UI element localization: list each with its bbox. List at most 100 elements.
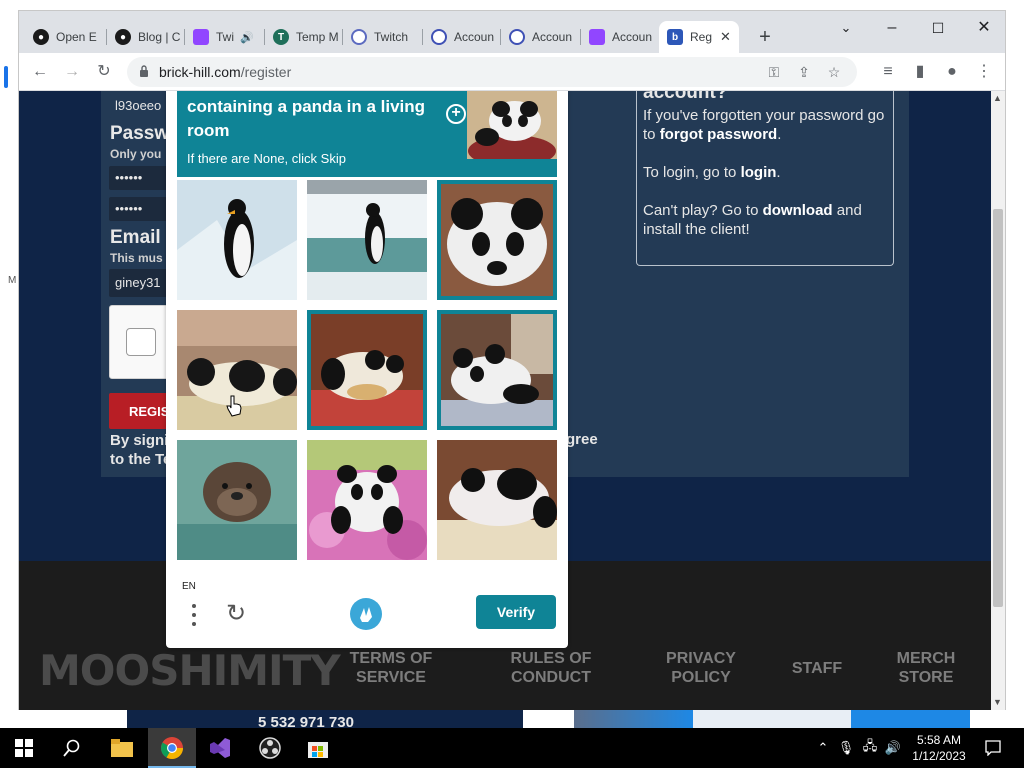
- captcha-tile-6[interactable]: [177, 440, 297, 560]
- reload-button[interactable]: ↻: [91, 59, 117, 85]
- new-tab-button[interactable]: +: [751, 23, 779, 51]
- refresh-challenge-icon[interactable]: ↻: [226, 599, 246, 628]
- taskbar-obs[interactable]: [246, 728, 294, 768]
- microphone-icon[interactable]: 🎙: [836, 728, 856, 768]
- close-window-button[interactable]: ✕: [969, 15, 999, 41]
- scrollbar-thumb[interactable]: [993, 209, 1003, 607]
- desktop-left-edge: M: [0, 0, 18, 728]
- tab-8-active[interactable]: b Reg ✕: [659, 21, 739, 53]
- captcha-tile-2-selected[interactable]: [437, 180, 557, 300]
- tab-search-icon[interactable]: ⌄: [831, 15, 861, 41]
- login-text: To login, go to: [643, 164, 741, 181]
- store-icon: [308, 742, 328, 758]
- notifications-icon[interactable]: [978, 728, 1008, 768]
- expand-example-icon[interactable]: +: [446, 104, 466, 124]
- tab-label: Temp M: [296, 30, 339, 44]
- visual-studio-icon: [210, 738, 230, 758]
- penguin-image: [177, 180, 297, 300]
- language-selector[interactable]: EN: [182, 581, 196, 592]
- taskbar-visual-studio[interactable]: [196, 728, 244, 768]
- browser-window: ● Open E ● Blog | C Twi 🔊 T Temp M Twitc…: [18, 10, 1006, 711]
- help-heading: account?: [643, 91, 728, 103]
- tab-5[interactable]: Accoun: [423, 21, 501, 53]
- verify-button[interactable]: Verify: [476, 595, 556, 629]
- tab-3[interactable]: T Temp M: [265, 21, 343, 53]
- page-viewport: l93oeeo Passw Only you •••••• •••••• Ema…: [19, 91, 991, 711]
- speaker-icon[interactable]: 🔊: [240, 31, 254, 44]
- captcha-tile-1[interactable]: [307, 180, 427, 300]
- login-link[interactable]: login: [741, 164, 777, 181]
- tab-2[interactable]: Twi 🔊: [185, 21, 265, 53]
- tab-6[interactable]: Accoun: [501, 21, 581, 53]
- captcha-checkbox[interactable]: [126, 328, 156, 356]
- tab-7[interactable]: Accoun: [581, 21, 659, 53]
- back-button[interactable]: ←: [27, 59, 53, 85]
- url-path: /register: [240, 64, 292, 80]
- otter-image: [177, 440, 297, 560]
- register-button[interactable]: REGIS: [109, 393, 169, 429]
- captcha-widget: [109, 305, 169, 379]
- profile-avatar-icon[interactable]: ●: [939, 59, 965, 85]
- tab-label: Twi: [216, 30, 234, 44]
- tab-1[interactable]: ● Blog | C: [107, 21, 185, 53]
- download-link[interactable]: download: [763, 202, 833, 219]
- network-icon[interactable]: 🖧: [858, 728, 882, 768]
- side-panel-icon[interactable]: ▮: [907, 59, 933, 85]
- tab-4[interactable]: Twitch: [343, 21, 423, 53]
- footer-link-privacy[interactable]: PRIVACY POLICY: [651, 649, 751, 687]
- vertical-scrollbar[interactable]: ▲ ▼: [991, 91, 1005, 711]
- scroll-up-arrow[interactable]: ▲: [993, 93, 1002, 103]
- bookmark-star-icon[interactable]: ☆: [823, 61, 845, 83]
- download-paragraph: Can't play? Go to download and install t…: [643, 201, 887, 239]
- search-button[interactable]: [48, 728, 96, 768]
- tab-label: Reg: [690, 30, 713, 44]
- taskbar-file-explorer[interactable]: [98, 728, 146, 768]
- tab-label: Accoun: [532, 30, 573, 44]
- hand-cursor-icon: [226, 395, 242, 417]
- brick-hill-icon: b: [667, 29, 683, 45]
- tab-label: Twitch: [374, 30, 409, 44]
- captcha-tile-0[interactable]: [177, 180, 297, 300]
- captcha-tile-8[interactable]: [437, 440, 557, 560]
- key-icon[interactable]: ⚿: [763, 61, 785, 83]
- tab-label: Blog | C: [138, 30, 181, 44]
- minimize-button[interactable]: –: [877, 15, 907, 41]
- background-window-panel-2: [574, 710, 970, 728]
- background-window-panel: 5 532 971 730: [127, 710, 523, 728]
- tray-expand-icon[interactable]: ⌃: [812, 728, 834, 768]
- forgot-suffix: .: [777, 126, 782, 143]
- download-text: Can't play? Go to: [643, 202, 763, 219]
- taskbar-chrome[interactable]: [148, 728, 196, 768]
- address-bar[interactable]: brick-hill.com/register ⚿ ⇪ ☆: [127, 57, 857, 87]
- forgot-password-link[interactable]: forgot password: [660, 126, 778, 143]
- footer-link-rules[interactable]: RULES OF CONDUCT: [497, 649, 605, 687]
- forward-button[interactable]: →: [59, 59, 85, 85]
- footer-link-terms[interactable]: TERMS OF SERVICE: [337, 649, 445, 687]
- captcha-tile-5-selected[interactable]: [437, 310, 557, 430]
- maximize-button[interactable]: ☐: [923, 15, 953, 41]
- volume-icon[interactable]: 🔊: [882, 728, 904, 768]
- tab-label: Accoun: [612, 30, 653, 44]
- taskbar-clock[interactable]: 5:58 AM 1/12/2023: [906, 732, 972, 764]
- start-button[interactable]: [0, 728, 48, 768]
- footer-link-staff[interactable]: STAFF: [787, 659, 847, 678]
- share-icon[interactable]: ⇪: [793, 61, 815, 83]
- url-host: brick-hill.com: [159, 64, 241, 80]
- footer-link-merch[interactable]: MERCH STORE: [885, 649, 967, 687]
- tab-0[interactable]: ● Open E: [25, 21, 107, 53]
- footer-logo[interactable]: MOOSHIMITY: [39, 646, 341, 695]
- menu-dots-icon[interactable]: [192, 603, 196, 627]
- taskbar-store[interactable]: [294, 728, 342, 768]
- panda-image: [441, 184, 553, 296]
- captcha-tile-4-selected[interactable]: [307, 310, 427, 430]
- captcha-prompt-banner: containing a panda in a living room If t…: [177, 91, 557, 177]
- help-box: account? If you've forgotten your passwo…: [636, 91, 894, 266]
- menu-kebab-icon[interactable]: ⋮: [971, 59, 997, 85]
- search-icon: [63, 739, 80, 757]
- folder-icon: [111, 739, 133, 757]
- close-tab-icon[interactable]: ✕: [720, 29, 731, 45]
- media-control-icon[interactable]: ≡: [875, 59, 901, 85]
- twitch-icon: [193, 29, 209, 45]
- captcha-tile-7[interactable]: [307, 440, 427, 560]
- scroll-down-arrow[interactable]: ▼: [993, 697, 1002, 707]
